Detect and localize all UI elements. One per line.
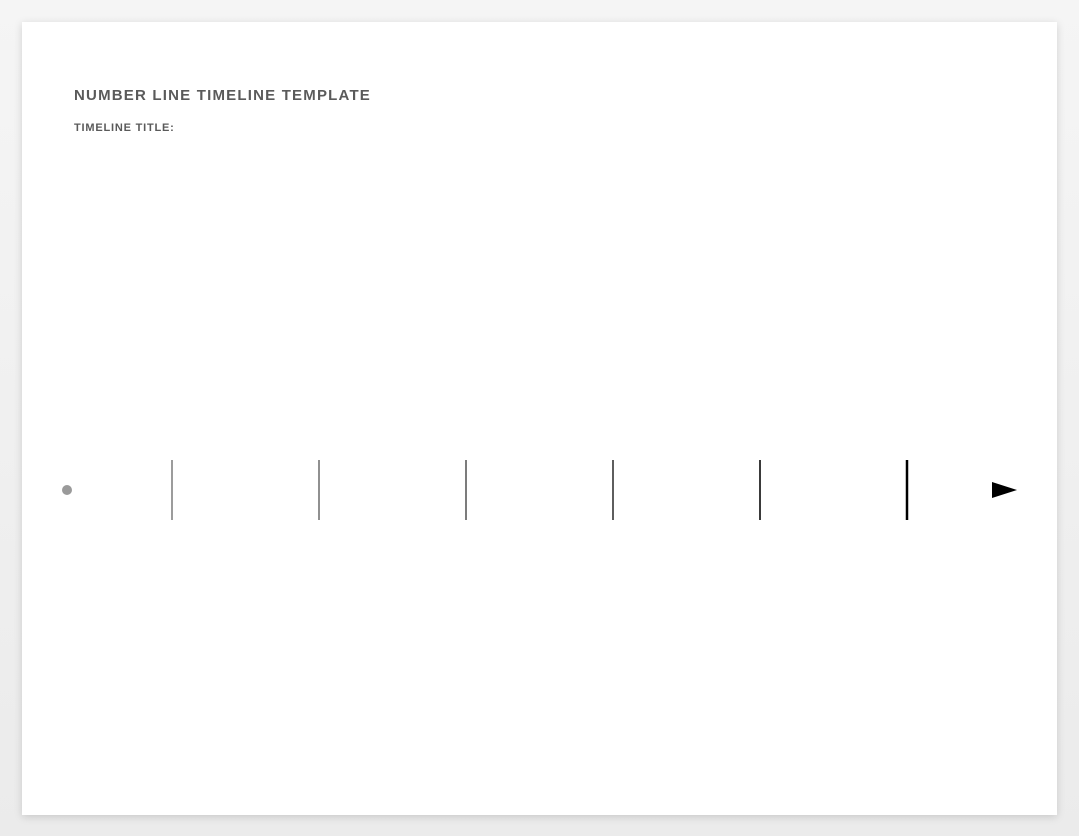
- timeline-arrowhead: [992, 482, 1017, 498]
- page-title: NUMBER LINE TIMELINE TEMPLATE: [74, 87, 1007, 104]
- timeline-svg: [62, 460, 1017, 520]
- template-page: NUMBER LINE TIMELINE TEMPLATE TIMELINE T…: [22, 22, 1057, 815]
- timeline-title-label: TIMELINE TITLE:: [74, 122, 1007, 134]
- number-line-timeline: [62, 460, 1017, 520]
